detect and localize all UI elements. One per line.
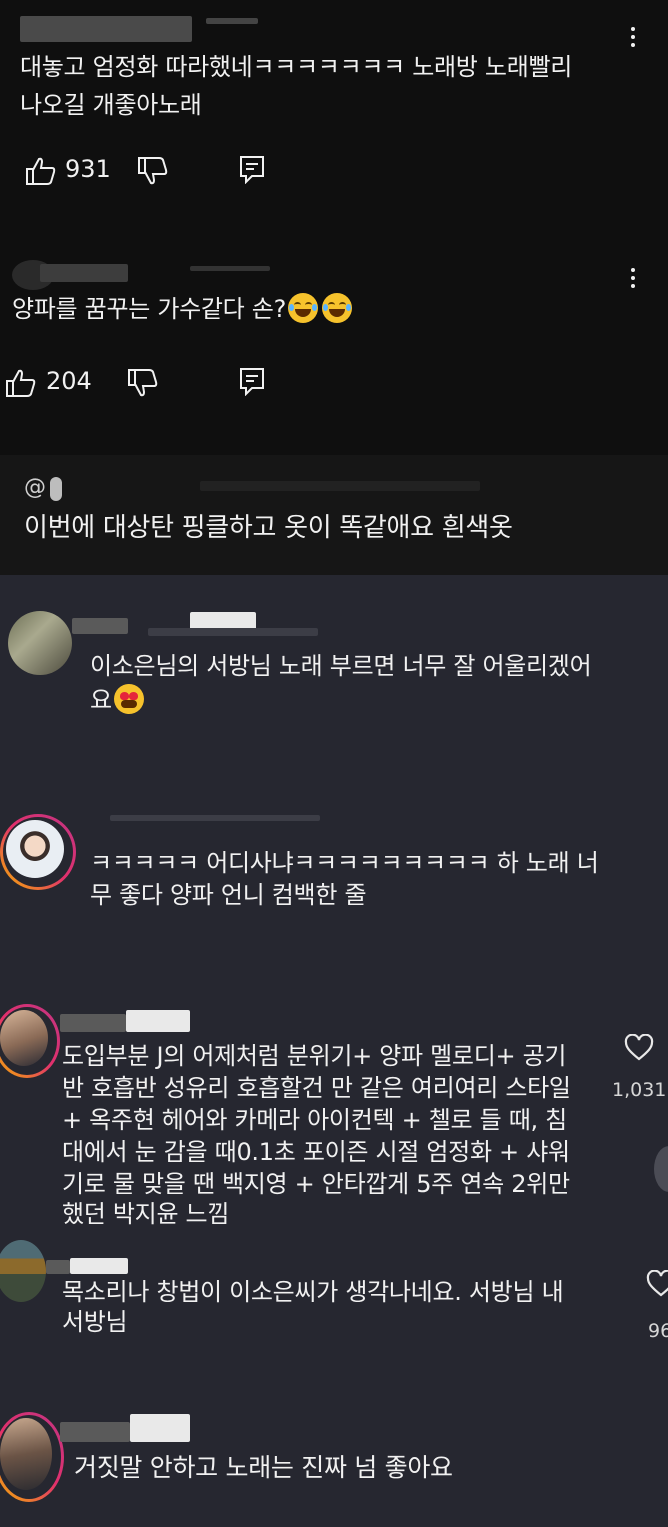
heart-eyes-emoji bbox=[113, 684, 144, 714]
avatar[interactable] bbox=[0, 1418, 52, 1490]
comment-text-line: 나오길 개좋아노래 bbox=[20, 91, 202, 119]
story-ring[interactable] bbox=[0, 814, 76, 890]
like-count: 1,031 bbox=[612, 1079, 667, 1101]
comment-text: 요 bbox=[90, 682, 144, 718]
heart-icon[interactable] bbox=[624, 1034, 654, 1062]
redacted-username bbox=[110, 815, 320, 821]
comment-text-line: 했던 박지윤 느낌 bbox=[62, 1200, 230, 1228]
like-count: 96 bbox=[648, 1320, 668, 1342]
comment-text-line: 대에서 눈 감을 때0.1초 포이즌 시절 엄정화 + 샤워 bbox=[62, 1138, 570, 1166]
comment-text-line: 대놓고 엄정화 따라했네ㅋㅋㅋㅋㅋㅋㅋ 노래방 노래빨리 bbox=[20, 53, 573, 81]
redacted-username bbox=[70, 1258, 128, 1274]
comment-text-line: 서방님 bbox=[62, 1308, 128, 1336]
comment-text-line: ㅋㅋㅋㅋㅋ 어디사냐ㅋㅋㅋㅋㅋㅋㅋㅋㅋ 하 노래 너 bbox=[90, 849, 599, 877]
redacted-text bbox=[200, 481, 480, 491]
reply-icon[interactable] bbox=[238, 366, 266, 396]
comment-text-line: 거짓말 안하고 노래는 진짜 넘 좋아요 bbox=[74, 1453, 453, 1482]
redacted-username bbox=[72, 618, 128, 634]
reply-preview: @ 이번에 대상탄 핑클하고 옷이 똑같애요 흰색옷 bbox=[0, 455, 668, 575]
avatar[interactable] bbox=[0, 1010, 48, 1066]
comment-text-line: 양파를 꿈꾸는 가수같다 손? bbox=[12, 295, 287, 323]
redacted-username bbox=[60, 1422, 130, 1442]
comment-text-line: 이소은님의 서방님 노래 부르면 너무 잘 어울리겠어 bbox=[90, 652, 592, 680]
comment-text-line: 무 좋다 양파 언니 컴백한 줄 bbox=[90, 881, 367, 909]
laugh-emoji bbox=[322, 293, 353, 323]
comment-text: 양파를 꿈꾸는 가수같다 손? bbox=[12, 291, 353, 327]
reply-text: 이번에 대상탄 핑클하고 옷이 똑같애요 흰색옷 bbox=[24, 513, 513, 543]
like-icon[interactable] bbox=[25, 156, 57, 186]
comment-text-line: 요 bbox=[90, 686, 112, 714]
redacted-username bbox=[130, 1414, 190, 1442]
redacted-timestamp bbox=[148, 628, 318, 636]
avatar[interactable] bbox=[8, 611, 72, 675]
heart-icon[interactable] bbox=[646, 1270, 668, 1298]
like-icon[interactable] bbox=[5, 368, 37, 398]
redacted-username bbox=[40, 264, 128, 282]
more-icon[interactable] bbox=[631, 27, 637, 51]
redacted-timestamp bbox=[206, 18, 258, 24]
dislike-icon[interactable] bbox=[127, 368, 159, 398]
comment-text-line: 반 호흡반 성유리 호흡할건 만 같은 여리여리 스타일 bbox=[62, 1074, 571, 1102]
dislike-icon[interactable] bbox=[137, 156, 169, 186]
redacted-mention bbox=[50, 477, 62, 501]
redacted-username bbox=[46, 1260, 70, 1274]
comment-text-line: 도입부분 J의 어제처럼 분위기+ 양파 멜로디+ 공기 bbox=[62, 1042, 567, 1070]
avatar[interactable] bbox=[6, 820, 64, 878]
laugh-emoji bbox=[288, 293, 319, 323]
like-count: 931 bbox=[65, 155, 111, 183]
redacted-timestamp bbox=[190, 266, 270, 271]
mention-text: @ bbox=[24, 475, 46, 500]
redacted-username bbox=[126, 1010, 190, 1032]
redacted-username bbox=[20, 16, 192, 42]
reply-icon[interactable] bbox=[238, 154, 266, 184]
more-icon[interactable] bbox=[631, 268, 637, 292]
redacted-username bbox=[60, 1014, 126, 1032]
comment-text-line: 목소리나 창법이 이소은씨가 생각나네요. 서방님 내 bbox=[62, 1278, 564, 1306]
like-count: 204 bbox=[46, 367, 92, 395]
comment-text-line: + 옥주현 헤어와 카메라 아이컨텍 + 첼로 들 때, 침 bbox=[62, 1106, 567, 1134]
